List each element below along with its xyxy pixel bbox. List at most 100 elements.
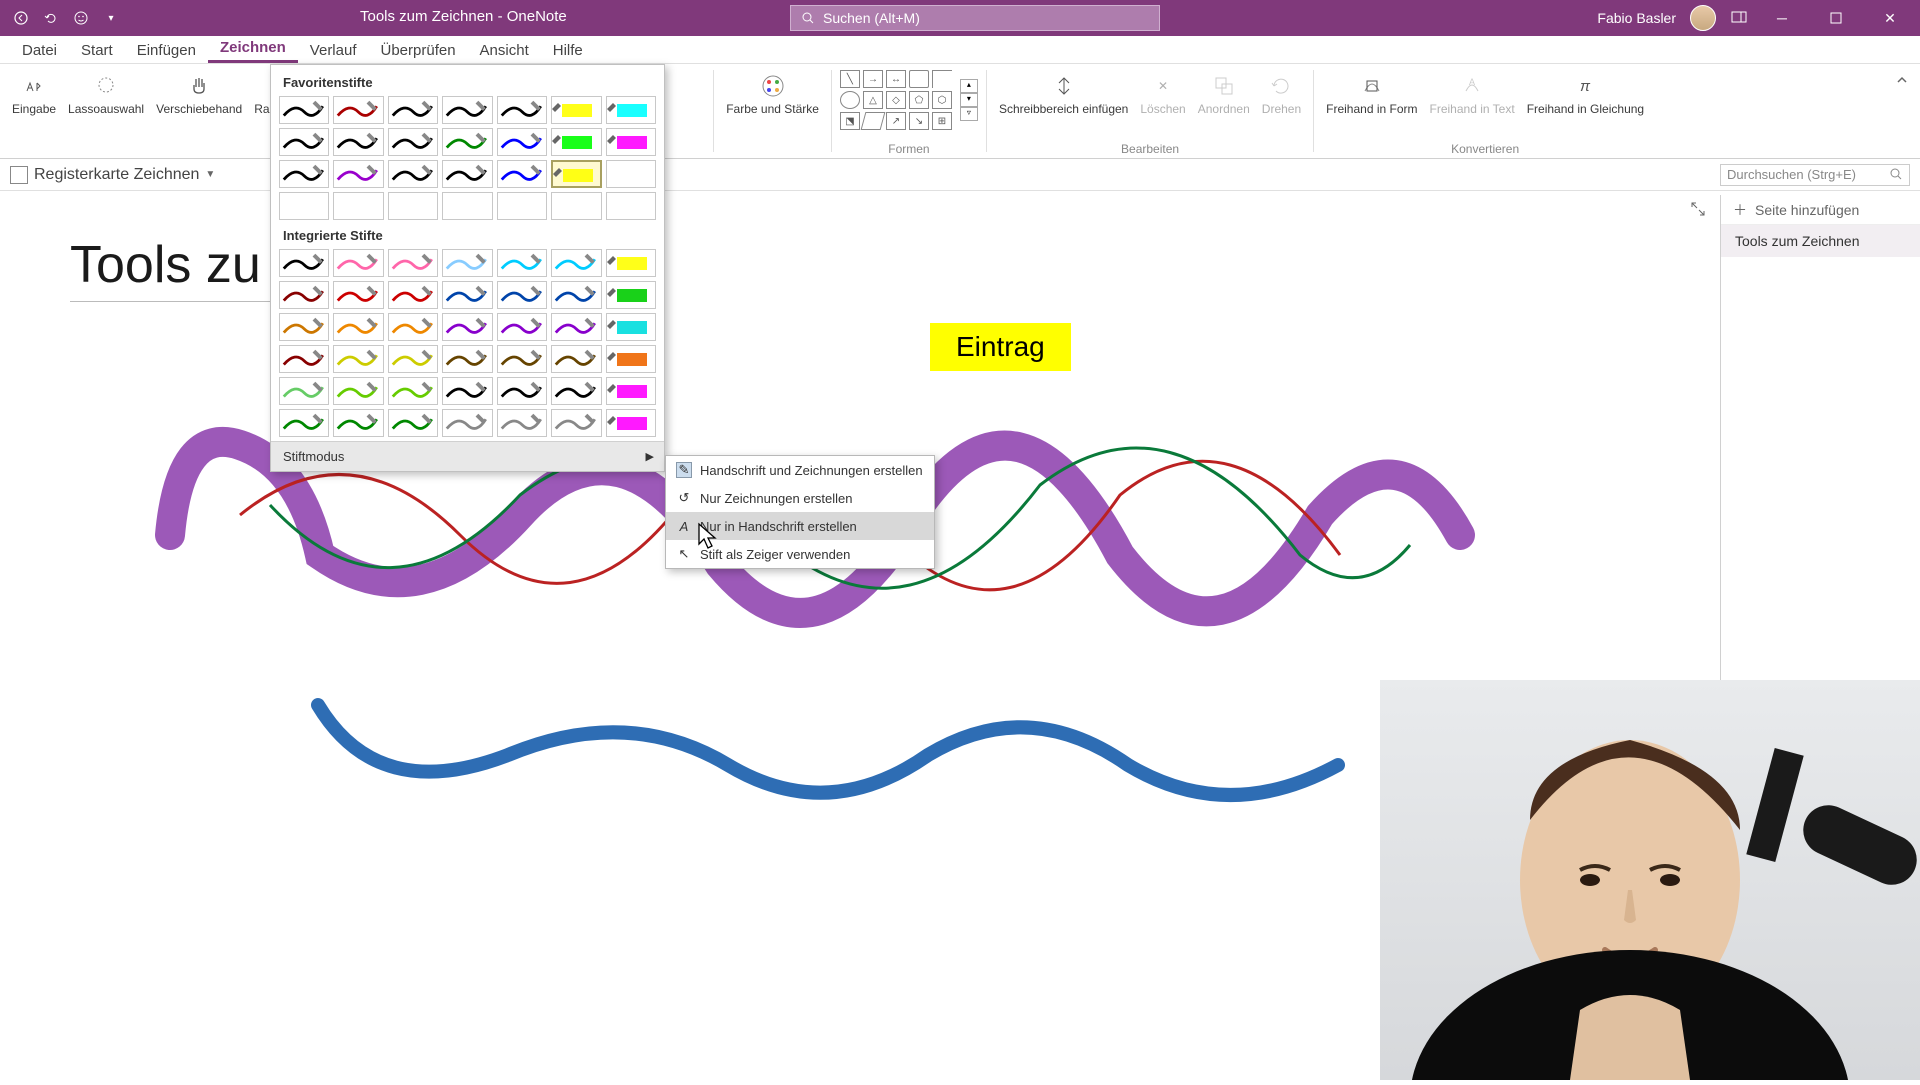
pen-swatch[interactable]: [388, 409, 438, 437]
pen-swatch[interactable]: [497, 345, 547, 373]
lasso-button[interactable]: Lassoauswahl: [64, 70, 148, 118]
pen-swatch[interactable]: [551, 313, 601, 341]
pen-swatch[interactable]: [606, 192, 656, 220]
color-thickness-button[interactable]: Farbe und Stärke: [722, 70, 823, 118]
submenu-item-1[interactable]: ↺Nur Zeichnungen erstellen: [666, 484, 934, 512]
pen-swatch[interactable]: [497, 96, 547, 124]
tab-ansicht[interactable]: Ansicht: [468, 38, 541, 63]
minimize-button[interactable]: ─: [1762, 0, 1802, 36]
pen-swatch[interactable]: [388, 281, 438, 309]
pen-swatch[interactable]: [333, 345, 383, 373]
pen-swatch[interactable]: [442, 192, 492, 220]
pen-swatch[interactable]: [551, 160, 601, 188]
pen-swatch[interactable]: [388, 96, 438, 124]
tab-verlauf[interactable]: Verlauf: [298, 38, 369, 63]
pen-swatch[interactable]: [606, 377, 656, 405]
pen-swatch[interactable]: [442, 128, 492, 156]
shapes-gallery[interactable]: ╲→↔ △◇⬠⬡ ⬔↗↘⊞: [840, 70, 952, 130]
pen-swatch[interactable]: [279, 281, 329, 309]
pen-swatch[interactable]: [442, 96, 492, 124]
pen-swatch[interactable]: [279, 192, 329, 220]
pen-swatch[interactable]: [333, 128, 383, 156]
pen-swatch[interactable]: [606, 128, 656, 156]
pen-swatch[interactable]: [388, 192, 438, 220]
ink-to-math-button[interactable]: πFreihand in Gleichung: [1523, 70, 1648, 118]
pen-swatch[interactable]: [551, 192, 601, 220]
pan-button[interactable]: Verschiebehand: [152, 70, 246, 118]
pen-swatch[interactable]: [333, 249, 383, 277]
pen-swatch[interactable]: [606, 96, 656, 124]
page-item[interactable]: Tools zum Zeichnen: [1721, 225, 1920, 257]
pen-swatch[interactable]: [279, 409, 329, 437]
avatar[interactable]: [1690, 5, 1716, 31]
pen-swatch[interactable]: [551, 345, 601, 373]
pen-swatch[interactable]: [388, 249, 438, 277]
pen-mode-item[interactable]: Stiftmodus ▶: [271, 441, 664, 471]
pen-swatch[interactable]: [551, 281, 601, 309]
pen-swatch[interactable]: [442, 160, 492, 188]
collapse-ribbon-icon[interactable]: [1892, 70, 1912, 90]
search-box[interactable]: Suchen (Alt+M): [790, 5, 1160, 31]
eingabe-button[interactable]: Eingabe: [8, 70, 60, 118]
pen-swatch[interactable]: [388, 345, 438, 373]
pen-swatch[interactable]: [606, 313, 656, 341]
section-dropdown-icon[interactable]: ▼: [205, 169, 215, 180]
qa-dropdown-icon[interactable]: ▾: [102, 9, 120, 27]
page-search-box[interactable]: Durchsuchen (Strg+E): [1720, 164, 1910, 186]
pen-swatch[interactable]: [279, 345, 329, 373]
pen-swatch[interactable]: [551, 96, 601, 124]
tab-hilfe[interactable]: Hilfe: [541, 38, 595, 63]
tab-ueberpruefen[interactable]: Überprüfen: [369, 38, 468, 63]
submenu-item-2[interactable]: ANur in Handschrift erstellen: [666, 512, 934, 540]
pen-swatch[interactable]: [497, 128, 547, 156]
pen-swatch[interactable]: [333, 192, 383, 220]
user-name[interactable]: Fabio Basler: [1597, 10, 1676, 26]
pen-swatch[interactable]: [497, 192, 547, 220]
pen-swatch[interactable]: [551, 377, 601, 405]
pen-swatch[interactable]: [606, 160, 656, 188]
pen-swatch[interactable]: [606, 281, 656, 309]
insert-space-button[interactable]: Schreibbereich einfügen: [995, 70, 1132, 118]
fullscreen-icon[interactable]: [1690, 201, 1710, 221]
pen-swatch[interactable]: [279, 249, 329, 277]
note-highlight[interactable]: Eintrag: [930, 323, 1071, 371]
view-mode-icon[interactable]: [1730, 9, 1748, 27]
pen-swatch[interactable]: [606, 409, 656, 437]
undo-icon[interactable]: [42, 9, 60, 27]
submenu-item-3[interactable]: ↖Stift als Zeiger verwenden: [666, 540, 934, 568]
pen-swatch[interactable]: [497, 160, 547, 188]
maximize-button[interactable]: [1816, 0, 1856, 36]
pen-swatch[interactable]: [497, 409, 547, 437]
back-icon[interactable]: [12, 9, 30, 27]
notebook-icon[interactable]: [10, 166, 28, 184]
pen-swatch[interactable]: [333, 377, 383, 405]
tab-datei[interactable]: Datei: [10, 38, 69, 63]
pen-swatch[interactable]: [388, 377, 438, 405]
pen-swatch[interactable]: [442, 345, 492, 373]
pen-swatch[interactable]: [388, 128, 438, 156]
pen-swatch[interactable]: [333, 313, 383, 341]
pen-swatch[interactable]: [551, 249, 601, 277]
pen-swatch[interactable]: [279, 377, 329, 405]
close-button[interactable]: ✕: [1870, 0, 1910, 36]
shapes-expand[interactable]: ▴▾▿: [960, 79, 978, 121]
pen-swatch[interactable]: [497, 313, 547, 341]
pen-swatch[interactable]: [333, 409, 383, 437]
ink-to-shape-button[interactable]: Freihand in Form: [1322, 70, 1421, 118]
pen-swatch[interactable]: [279, 128, 329, 156]
add-page-button[interactable]: ＋Seite hinzufügen: [1721, 195, 1920, 225]
pen-swatch[interactable]: [333, 96, 383, 124]
submenu-item-0[interactable]: ✎Handschrift und Zeichnungen erstellen: [666, 456, 934, 484]
pen-swatch[interactable]: [551, 128, 601, 156]
pen-swatch[interactable]: [497, 281, 547, 309]
pen-swatch[interactable]: [497, 377, 547, 405]
tab-zeichnen[interactable]: Zeichnen: [208, 35, 298, 63]
pen-swatch[interactable]: [388, 160, 438, 188]
pen-swatch[interactable]: [497, 249, 547, 277]
emoji-icon[interactable]: [72, 9, 90, 27]
pen-swatch[interactable]: [442, 281, 492, 309]
section-label[interactable]: Registerkarte Zeichnen: [34, 166, 199, 184]
pen-swatch[interactable]: [279, 96, 329, 124]
pen-swatch[interactable]: [388, 313, 438, 341]
pen-swatch[interactable]: [442, 409, 492, 437]
